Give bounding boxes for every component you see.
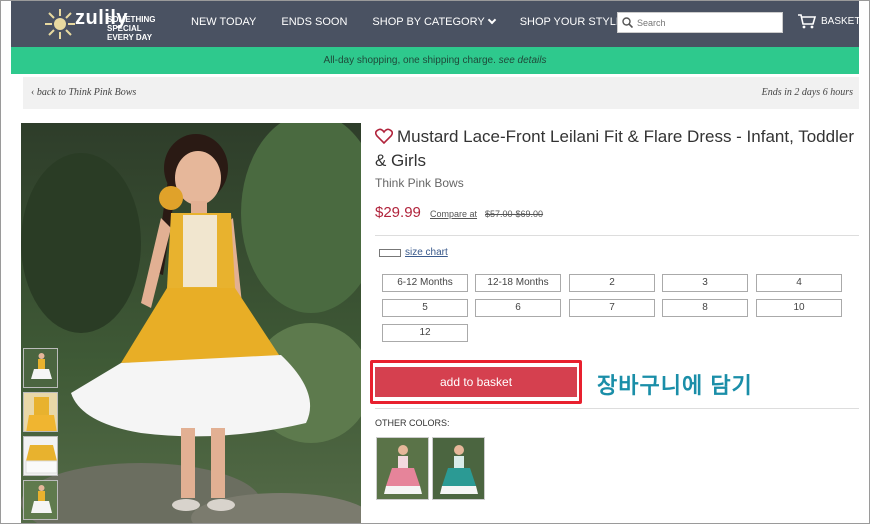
chevron-left-icon: ‹: [31, 87, 35, 98]
divider: [375, 235, 859, 236]
sunburst-logo-icon: [45, 9, 75, 39]
search-input[interactable]: [637, 17, 777, 28]
thumbnail-4[interactable]: [23, 480, 58, 520]
size-option[interactable]: 5: [382, 299, 468, 317]
product-brand[interactable]: Think Pink Bows: [375, 176, 464, 190]
annotation-add-to-basket: 장바구니에 담기: [597, 373, 753, 398]
divider: [375, 408, 859, 409]
basket-label: BASKET: [821, 15, 861, 27]
banner-text: All-day shopping, one shipping charge.: [323, 55, 496, 66]
nav-ends-soon[interactable]: ENDS SOON: [281, 16, 347, 28]
girl-in-dress-photo: [21, 123, 361, 523]
tagline-line-2: SPECIAL: [107, 24, 142, 33]
page-frame: zulily SOMETHING SPECIAL EVERY DAY NEW T…: [0, 0, 870, 524]
breadcrumb-bar: ‹ back to Think Pink Bows Ends in 2 days…: [23, 77, 859, 109]
thumbnail-2[interactable]: [23, 392, 58, 432]
site-header: zulily SOMETHING SPECIAL EVERY DAY NEW T…: [11, 1, 860, 47]
basket-icon: [798, 14, 817, 29]
add-to-basket-button[interactable]: add to basket: [375, 367, 577, 397]
size-option[interactable]: 12-18 Months: [475, 274, 561, 292]
nav-shop-by-category[interactable]: SHOP BY CATEGORY: [372, 15, 496, 28]
size-chart-link[interactable]: size chart: [379, 247, 448, 258]
thumbnail-3[interactable]: [23, 436, 58, 476]
size-option[interactable]: 2: [569, 274, 655, 292]
product-title-block: Mustard Lace-Front Leilani Fit & Flare D…: [375, 125, 855, 173]
size-chart-label: size chart: [405, 247, 448, 258]
main-nav: NEW TODAY ENDS SOON SHOP BY CATEGORY SHO…: [191, 15, 648, 28]
thumbnail-strip: [23, 348, 59, 523]
chevron-down-icon: [487, 15, 496, 25]
size-option[interactable]: 6: [475, 299, 561, 317]
size-option[interactable]: 8: [662, 299, 748, 317]
search-box[interactable]: [617, 12, 783, 33]
basket-link[interactable]: BASKET: [797, 13, 860, 29]
nav-new-today[interactable]: NEW TODAY: [191, 16, 256, 28]
tagline-line-1: SOMETHING: [107, 15, 156, 24]
other-color-swatch-teal[interactable]: [432, 437, 485, 500]
back-link[interactable]: ‹ back to Think Pink Bows: [31, 87, 136, 98]
compare-at-label[interactable]: Compare at: [430, 209, 477, 219]
logo-tagline: SOMETHING SPECIAL EVERY DAY: [107, 15, 177, 42]
product-main-image[interactable]: [21, 123, 361, 523]
product-title: Mustard Lace-Front Leilani Fit & Flare D…: [375, 127, 854, 170]
size-option[interactable]: 12: [382, 324, 468, 342]
nav-shop-by-category-label: SHOP BY CATEGORY: [372, 16, 485, 28]
size-option[interactable]: 10: [756, 299, 842, 317]
ruler-icon: [379, 248, 401, 257]
nav-shop-your-style[interactable]: SHOP YOUR STYLE: [520, 16, 624, 28]
product-price: $29.99: [375, 204, 421, 221]
other-colors-label: OTHER COLORS:: [375, 418, 450, 428]
event-ends-countdown: Ends in 2 days 6 hours: [761, 87, 853, 98]
size-option[interactable]: 7: [569, 299, 655, 317]
size-option[interactable]: 3: [662, 274, 748, 292]
thumbnail-1[interactable]: [23, 348, 58, 388]
shipping-banner: All-day shopping, one shipping charge. s…: [11, 47, 859, 74]
other-color-swatch-pink[interactable]: [376, 437, 429, 500]
size-option[interactable]: 6-12 Months: [382, 274, 468, 292]
banner-details-link[interactable]: see details: [499, 55, 547, 66]
size-option[interactable]: 4: [756, 274, 842, 292]
back-link-label: back to Think Pink Bows: [36, 87, 137, 98]
tagline-line-3: EVERY DAY: [107, 33, 153, 42]
search-icon: [622, 17, 633, 28]
heart-favorite-icon[interactable]: [375, 128, 393, 144]
compare-price: $57.00-$69.00: [485, 209, 544, 219]
